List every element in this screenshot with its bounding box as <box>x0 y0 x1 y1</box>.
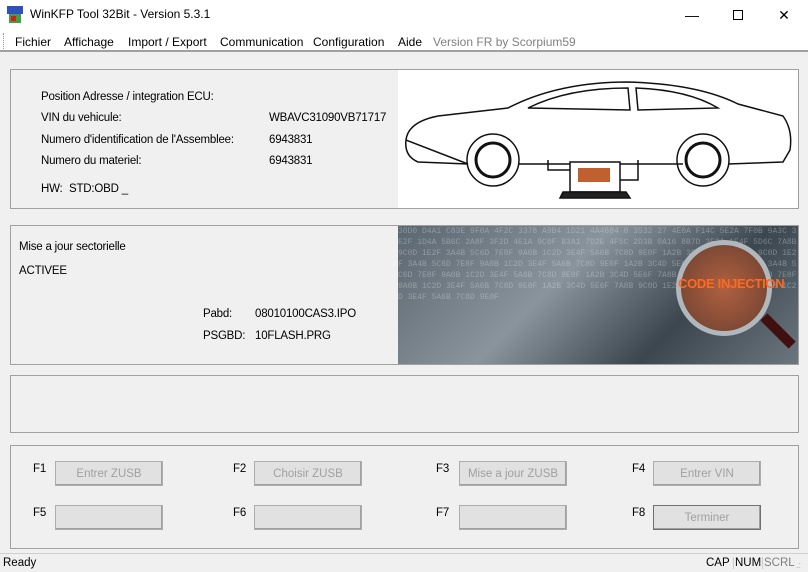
menu-affichage[interactable]: Affichage <box>64 35 114 49</box>
app-icon <box>7 6 23 23</box>
log-panel <box>10 375 799 433</box>
assembly-label: Numero d'identification de l'Assemblee: <box>41 134 234 146</box>
fkey-button-f6[interactable] <box>254 505 362 530</box>
maximize-button[interactable] <box>715 0 761 30</box>
status-text: Ready <box>3 557 37 569</box>
vin-label: VIN du vehicule: <box>41 112 122 124</box>
close-button[interactable]: ✕ <box>761 0 807 30</box>
car-diagnostic-image <box>398 70 798 208</box>
psgbd-value: 10FLASH.PRG <box>255 330 331 342</box>
fkey-label-f7: F7 <box>436 507 450 519</box>
hw-value: STD:OBD _ <box>69 183 128 195</box>
assembly-value: 6943831 <box>269 134 313 146</box>
code-injection-image: 30D0 D4A1 C83E 9F0A 4F2C 3378 A9B4 1D21 … <box>398 226 798 364</box>
num-indicator: NUM <box>733 557 762 569</box>
fkey-label-f4: F4 <box>632 463 646 475</box>
fkey-label-f8: F8 <box>632 507 646 519</box>
fkey-button-f2[interactable]: Choisir ZUSB <box>254 461 362 486</box>
version-note: Version FR by Scorpium59 <box>433 35 576 49</box>
close-icon: ✕ <box>778 6 790 23</box>
cap-indicator: CAP <box>706 557 730 569</box>
menu-bar: Fichier Affichage Import / Export Commun… <box>0 30 808 52</box>
fkey-label-f2: F2 <box>233 463 247 475</box>
pabd-label: Pabd: <box>203 308 233 320</box>
resize-grip[interactable]: .: <box>796 560 801 570</box>
menu-aide[interactable]: Aide <box>398 35 422 49</box>
menu-communication[interactable]: Communication <box>220 35 303 49</box>
update-status: ACTIVEE <box>19 265 67 277</box>
fkey-label-f6: F6 <box>233 507 247 519</box>
fkey-button-f8[interactable]: Terminer <box>653 505 761 530</box>
title-bar: WinKFP Tool 32Bit - Version 5.3.1 — ✕ <box>0 0 808 30</box>
update-title: Mise a jour sectorielle <box>19 241 126 253</box>
psgbd-label: PSGBD: <box>203 330 246 342</box>
scrl-indicator: SCRL <box>762 557 795 569</box>
pabd-value: 08010100CAS3.IPO <box>255 308 357 320</box>
fkey-label-f3: F3 <box>436 463 450 475</box>
window-title: WinKFP Tool 32Bit - Version 5.3.1 <box>30 7 211 21</box>
minimize-button[interactable]: — <box>669 0 715 30</box>
fkey-button-f1[interactable]: Entrer ZUSB <box>55 461 163 486</box>
hardware-label: Numero du materiel: <box>41 155 142 167</box>
menu-grip <box>3 33 5 49</box>
hardware-value: 6943831 <box>269 155 313 167</box>
hw-label: HW: <box>41 183 63 195</box>
maximize-icon <box>733 10 743 20</box>
menu-import-export[interactable]: Import / Export <box>128 35 207 49</box>
menu-configuration[interactable]: Configuration <box>313 35 384 49</box>
fkey-button-f4[interactable]: Entrer VIN <box>653 461 761 486</box>
minimize-icon: — <box>685 7 699 23</box>
fkey-button-f3[interactable]: Mise a jour ZUSB <box>459 461 567 486</box>
status-bar <box>0 553 808 572</box>
vin-value: WBAVC31090VB71717 <box>269 112 387 124</box>
fkey-button-f5[interactable] <box>55 505 163 530</box>
fkey-button-f7[interactable] <box>459 505 567 530</box>
fkey-label-f5: F5 <box>33 507 47 519</box>
fkey-label-f1: F1 <box>33 463 47 475</box>
code-injection-text: CODE INJECTION <box>678 276 785 291</box>
menu-fichier[interactable]: Fichier <box>15 35 51 49</box>
position-label: Position Adresse / integration ECU: <box>41 91 214 103</box>
